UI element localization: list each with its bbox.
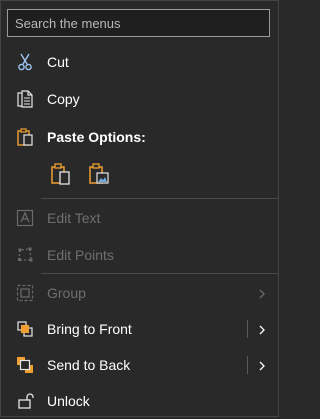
group-icon <box>13 281 37 305</box>
paste-options-label: Paste Options: <box>47 129 146 145</box>
bring-front-icon <box>13 317 37 341</box>
group-label: Group <box>47 285 86 301</box>
text-frame-icon <box>13 206 37 230</box>
edit-points-icon <box>13 243 37 267</box>
chevron-right-icon <box>256 287 268 299</box>
search-box[interactable] <box>7 9 270 37</box>
copy-icon <box>13 87 37 111</box>
context-menu: Cut Copy Paste Options: <box>0 0 279 417</box>
edit-text-label: Edit Text <box>47 210 101 226</box>
menu-item-bring-to-front[interactable]: Bring to Front <box>1 311 278 347</box>
unlock-icon <box>13 389 37 413</box>
paste-picture-icon <box>87 162 111 189</box>
split-divider <box>247 320 248 338</box>
menu-item-unlock[interactable]: Unlock <box>1 383 278 419</box>
split-divider <box>247 356 248 374</box>
chevron-right-icon[interactable] <box>256 323 268 335</box>
copy-label: Copy <box>47 91 80 107</box>
chevron-right-icon[interactable] <box>256 359 268 371</box>
edit-points-label: Edit Points <box>47 247 114 263</box>
menu-item-group: Group <box>1 275 278 311</box>
cut-label: Cut <box>47 54 69 70</box>
bring-to-front-label: Bring to Front <box>47 321 132 337</box>
menu-item-edit-points: Edit Points <box>1 237 278 273</box>
send-to-back-label: Send to Back <box>47 357 131 373</box>
paste-keep-source-button[interactable] <box>47 161 75 189</box>
menu-divider <box>41 273 278 274</box>
paste-picture-button[interactable] <box>85 161 113 189</box>
menu-item-copy[interactable]: Copy <box>1 81 278 117</box>
paste-keep-source-icon <box>49 162 73 189</box>
menu-item-cut[interactable]: Cut <box>1 44 278 80</box>
scissors-icon <box>13 50 37 74</box>
search-input[interactable] <box>8 10 269 36</box>
menu-divider <box>41 198 278 199</box>
menu-item-paste-options: Paste Options: <box>1 119 278 155</box>
unlock-label: Unlock <box>47 393 90 409</box>
menu-item-send-to-back[interactable]: Send to Back <box>1 347 278 383</box>
menu-item-edit-text: Edit Text <box>1 200 278 236</box>
clipboard-icon <box>13 125 37 149</box>
send-back-icon <box>13 353 37 377</box>
